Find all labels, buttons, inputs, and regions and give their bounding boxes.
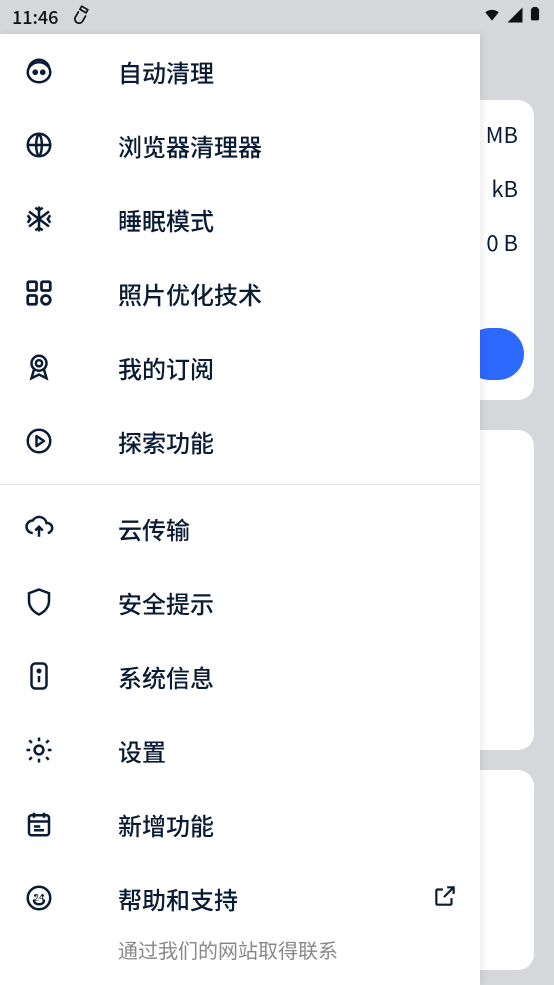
menu-item-cloud-transfer[interactable]: 云传输 xyxy=(0,491,480,565)
menu-label: 云传输 xyxy=(118,511,190,546)
help-support-subtext: 通过我们的网站取得联系 xyxy=(0,935,480,964)
menu-label: 探索功能 xyxy=(118,424,214,459)
battery-icon xyxy=(528,3,542,31)
menu-item-help-support[interactable]: 24 帮助和支持 xyxy=(0,861,480,935)
navigation-drawer: 自动清理 浏览器清理器 睡眠模式 照片优化技术 我的订阅 xyxy=(0,34,480,985)
cloud-upload-icon xyxy=(22,511,56,545)
menu-label: 我的订阅 xyxy=(118,350,214,385)
calendar-icon xyxy=(22,807,56,841)
menu-item-subscription[interactable]: 我的订阅 xyxy=(0,330,480,404)
menu-item-whats-new[interactable]: 新增功能 xyxy=(0,787,480,861)
gear-icon xyxy=(22,733,56,767)
menu-item-settings[interactable]: 设置 xyxy=(0,713,480,787)
support-icon: 24 xyxy=(22,881,56,915)
divider xyxy=(0,484,480,485)
snowflake-icon xyxy=(22,202,56,236)
menu-item-system-info[interactable]: 系统信息 xyxy=(0,639,480,713)
wifi-icon xyxy=(482,4,502,30)
globe-icon xyxy=(22,128,56,162)
play-circle-icon xyxy=(22,424,56,458)
grid-icon xyxy=(22,276,56,310)
menu-label: 睡眠模式 xyxy=(118,202,214,237)
menu-item-hibernation[interactable]: 睡眠模式 xyxy=(0,182,480,256)
guitar-icon xyxy=(69,2,95,32)
menu-label: 照片优化技术 xyxy=(118,276,262,311)
menu-item-auto-clean[interactable]: 自动清理 xyxy=(0,34,480,108)
menu-label: 系统信息 xyxy=(118,659,214,694)
svg-text:24: 24 xyxy=(34,891,44,904)
signal-icon xyxy=(506,4,524,30)
menu-label: 新增功能 xyxy=(118,807,214,842)
status-time: 11:46 xyxy=(12,4,58,30)
info-device-icon xyxy=(22,659,56,693)
menu-label: 设置 xyxy=(118,733,166,768)
menu-label: 安全提示 xyxy=(118,585,214,620)
external-link-icon xyxy=(432,883,458,914)
menu-label: 自动清理 xyxy=(118,54,214,89)
menu-label: 浏览器清理器 xyxy=(118,128,262,163)
menu-item-explore[interactable]: 探索功能 xyxy=(0,404,480,478)
robot-icon xyxy=(22,54,56,88)
menu-item-security-tips[interactable]: 安全提示 xyxy=(0,565,480,639)
status-bar: 11:46 xyxy=(0,0,554,34)
menu-item-browser-cleaner[interactable]: 浏览器清理器 xyxy=(0,108,480,182)
menu-item-photo-optimizer[interactable]: 照片优化技术 xyxy=(0,256,480,330)
badge-icon xyxy=(22,350,56,384)
shield-icon xyxy=(22,585,56,619)
menu-label: 帮助和支持 xyxy=(118,881,238,916)
